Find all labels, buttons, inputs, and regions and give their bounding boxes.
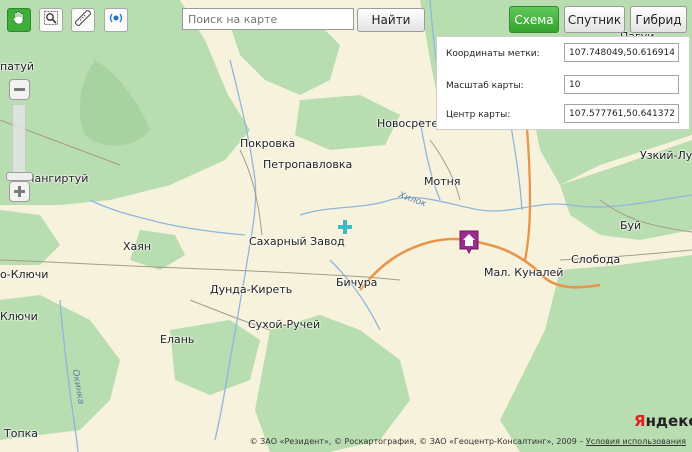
- place-label-motnya: Мотня: [424, 175, 461, 188]
- copyright-notice: © ЗАО «Резидент», © Роскартография, © ЗА…: [250, 437, 686, 446]
- zoom-field[interactable]: [564, 75, 679, 94]
- magnifier-tool[interactable]: [39, 8, 63, 32]
- place-label-mal-kunaley: Мал. Куналей: [484, 266, 564, 279]
- location-tool[interactable]: [104, 8, 128, 32]
- map-canvas[interactable]: патуй Пагуй Мангиртуй Покровка Петропавл…: [0, 0, 692, 452]
- place-label-buy: Буй: [620, 219, 642, 232]
- location-icon: [108, 10, 124, 30]
- ruler-tool[interactable]: [71, 8, 95, 32]
- terms-of-use-link[interactable]: Условия использования: [586, 437, 686, 446]
- place-label-sukhoy-ruchey: Сухой-Ручей: [248, 318, 321, 331]
- logo-rest: ндекс: [645, 412, 692, 430]
- place-label-pokrovka: Покровка: [240, 137, 296, 150]
- place-label-uzkiy-lug: Узкий-Луг: [640, 149, 692, 162]
- map-type-hybrid-button[interactable]: Гибрид: [630, 6, 687, 33]
- marker-coords-label: Координаты метки:: [446, 49, 540, 59]
- coordinates-panel: Координаты метки: Масштаб карты: Центр к…: [436, 36, 690, 130]
- ruler-icon: [74, 9, 92, 30]
- place-label-khayan: Хаян: [123, 240, 152, 253]
- search-button[interactable]: Найти: [357, 8, 425, 32]
- map-type-satellite-button[interactable]: Спутник: [564, 6, 625, 33]
- house-marker-icon[interactable]: [459, 230, 479, 255]
- center-field[interactable]: [564, 104, 679, 123]
- place-label-sakharny-zavod: Сахарный Завод: [249, 235, 345, 248]
- zoom-slider-thumb[interactable]: [6, 172, 33, 181]
- plus-icon: [14, 182, 25, 201]
- place-label-sloboda: Слобода: [571, 253, 621, 266]
- copyright-text: © ЗАО «Резидент», © Роскартография, © ЗА…: [249, 437, 584, 446]
- place-label-klyuchi: о-Ключи: [0, 268, 49, 281]
- medical-cross-icon[interactable]: [338, 219, 352, 234]
- place-label-patatui: патуй: [0, 60, 34, 73]
- place-label-klyuchi-2: Ключи: [0, 310, 38, 323]
- hand-icon: [11, 10, 27, 30]
- zoom-slider-track[interactable]: [12, 104, 26, 176]
- map-type-scheme-button[interactable]: Схема: [509, 6, 559, 33]
- search-input[interactable]: [182, 8, 354, 30]
- place-label-elan: Елань: [160, 333, 195, 346]
- zoom-in-button[interactable]: [9, 181, 30, 202]
- center-label: Центр карты:: [446, 110, 511, 120]
- logo-first-letter: Я: [634, 412, 646, 430]
- minus-icon: [14, 80, 25, 99]
- zoom-label: Масштаб карты:: [446, 81, 524, 91]
- place-label-topka: Топка: [4, 427, 39, 440]
- marker-coords-field[interactable]: [564, 43, 679, 62]
- magnifier-icon: [43, 10, 59, 30]
- hand-tool[interactable]: [7, 8, 31, 32]
- place-label-petropavlovka: Петропавловка: [263, 158, 353, 171]
- place-label-bichura: Бичура: [336, 276, 378, 289]
- place-label-mangirtuy: Мангиртуй: [25, 172, 89, 185]
- yandex-logo: Яндекс: [634, 412, 692, 430]
- place-label-dunda-kiret: Дунда-Киреть: [210, 283, 293, 296]
- zoom-out-button[interactable]: [9, 79, 30, 100]
